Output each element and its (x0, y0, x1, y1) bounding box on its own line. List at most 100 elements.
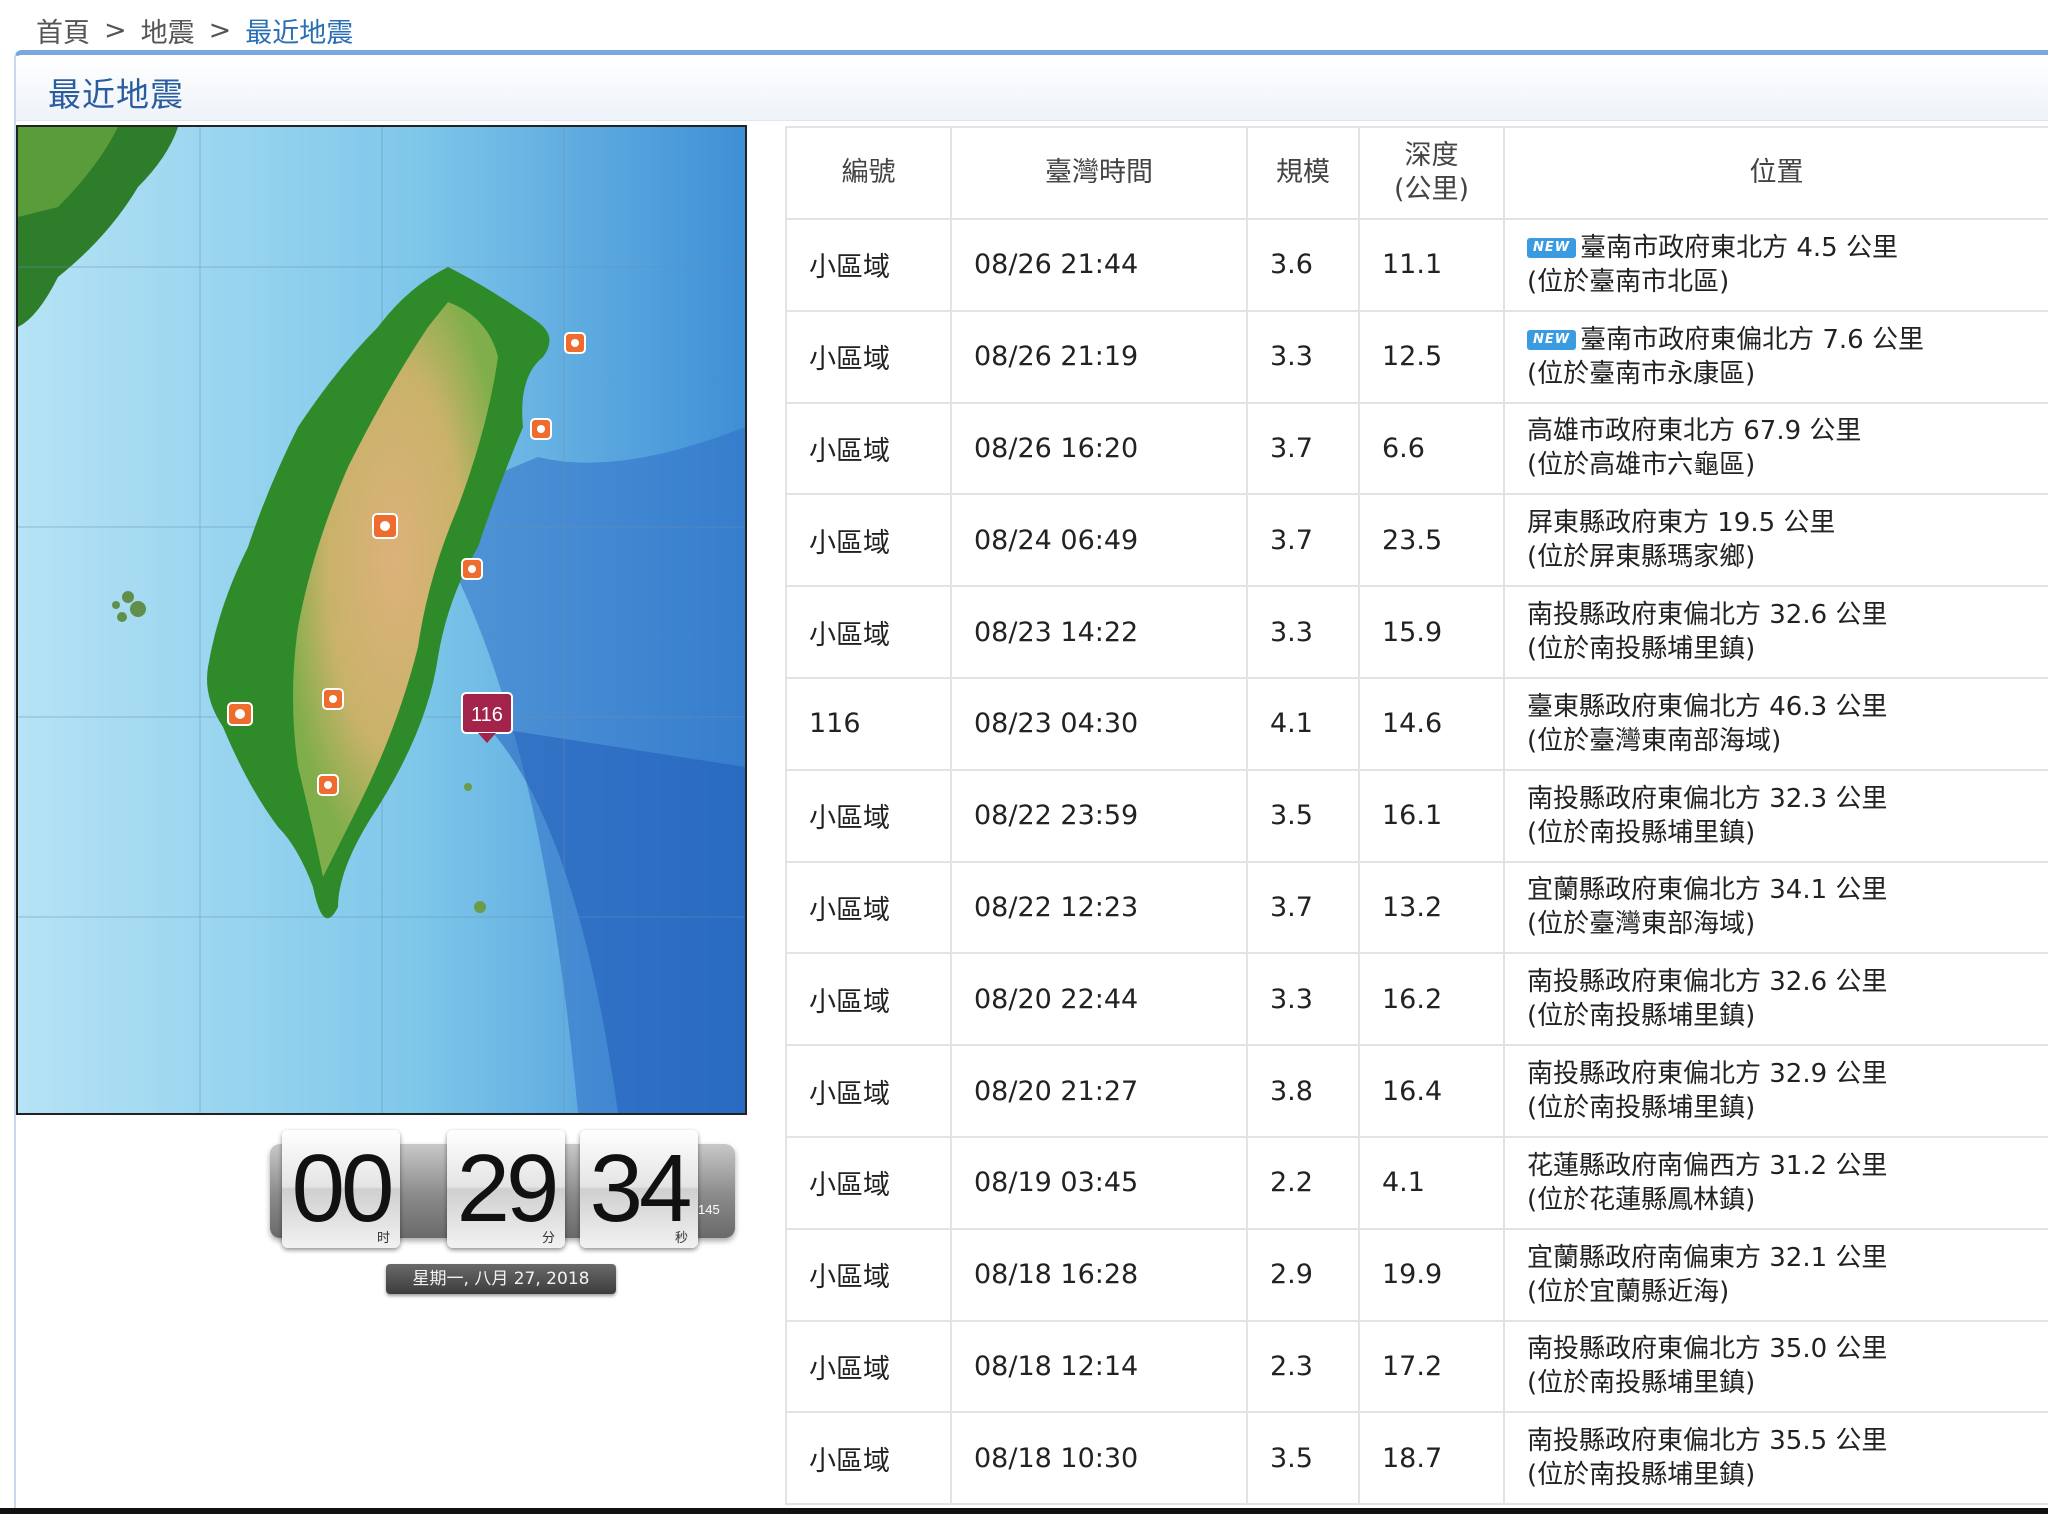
table-row[interactable]: 小區域 08/24 06:49 3.7 23.5 屏東縣政府東方 19.5 公里 (位於屏… (785, 494, 2048, 588)
cell-id: 小區域 (785, 586, 952, 679)
cell-depth: 16.2 (1359, 953, 1505, 1047)
cell-location[interactable]: 南投縣政府東偏北方 35.5 公里 (位於南投縣埔里鎮) (1504, 1412, 2048, 1506)
table-row[interactable]: 116 08/23 04:30 4.1 14.6 臺東縣政府東偏北方 46.3 公里 (位… (785, 677, 2048, 771)
cell-location[interactable]: 南投縣政府東偏北方 35.0 公里 (位於南投縣埔里鎮) (1504, 1320, 2048, 1414)
page-title: 最近地震 (48, 75, 184, 114)
quake-marker-small[interactable] (227, 702, 253, 726)
cell-id: 小區域 (785, 1136, 952, 1230)
cell-location[interactable]: NEW 臺南市政府東偏北方 7.6 公里 (位於臺南市永康區) (1504, 310, 2048, 404)
header-depth-unit: (公里) (1393, 174, 1470, 205)
cell-depth: 16.1 (1359, 769, 1505, 863)
cell-magnitude: 3.7 (1247, 861, 1360, 955)
table-row[interactable]: 小區域 08/26 21:19 3.3 12.5 NEW 臺南市政府東偏北方 7.6 公里… (785, 310, 2048, 404)
table-row[interactable]: 小區域 08/19 03:45 2.2 4.1 花蓮縣政府南偏西方 31.2 公里 (位於… (785, 1136, 2048, 1230)
cell-id: 116 (785, 677, 952, 771)
table-row[interactable]: 小區域 08/26 21:44 3.6 11.1 NEW 臺南市政府東北方 4.5 公里(… (785, 219, 2048, 312)
cell-time: 08/18 16:28 (951, 1228, 1248, 1322)
cell-location[interactable]: 南投縣政府東偏北方 32.6 公里 (位於南投縣埔里鎮) (1504, 953, 2048, 1047)
location-description: 南投縣政府東偏北方 32.3 公里 (1527, 783, 1888, 814)
table-row[interactable]: 小區域 08/22 23:59 3.5 16.1 南投縣政府東偏北方 32.3 公里 (位… (785, 769, 2048, 863)
cell-depth: 19.9 (1359, 1228, 1505, 1322)
location-district: (位於臺灣東部海域) (1527, 909, 1756, 940)
cell-magnitude: 3.7 (1247, 494, 1360, 588)
orchid-island (474, 901, 486, 913)
location-description: 南投縣政府東偏北方 32.6 公里 (1527, 600, 1888, 631)
taiwan-terrain-map: 116 (18, 127, 745, 1113)
cell-location[interactable]: NEW 臺南市政府東北方 4.5 公里 (位於臺南市北區) (1504, 219, 2048, 312)
header-location: 位置 (1504, 126, 2048, 220)
location-line: 臺東縣政府東偏北方 46.3 公里 (1527, 690, 2047, 724)
quake-marker-small[interactable] (530, 418, 552, 440)
clock-seconds-value: 34 (589, 1135, 693, 1242)
cell-location[interactable]: 宜蘭縣政府南偏東方 32.1 公里 (位於宜蘭縣近海) (1504, 1228, 2048, 1322)
cell-location[interactable]: 花蓮縣政府南偏西方 31.2 公里 (位於花蓮縣鳳林鎮) (1504, 1136, 2048, 1230)
header-depth-label: 深度 (1404, 140, 1459, 171)
cell-id: 小區域 (785, 953, 952, 1047)
breadcrumb-section-link[interactable]: 地震 (141, 11, 195, 50)
cell-id: 小區域 (785, 1045, 952, 1138)
cell-id: 小區域 (785, 402, 952, 496)
earthquake-map[interactable]: 116 (16, 125, 747, 1115)
cell-location[interactable]: 南投縣政府東偏北方 32.3 公里 (位於南投縣埔里鎮) (1504, 769, 2048, 863)
breadcrumb-current: 最近地震 (245, 17, 354, 49)
new-badge: NEW (1527, 330, 1577, 351)
cell-location[interactable]: 南投縣政府東偏北方 32.9 公里 (位於南投縣埔里鎮) (1504, 1045, 2048, 1138)
header-time: 臺灣時間 (951, 126, 1248, 220)
clock-date: 星期一, 八月 27, 2018 (386, 1264, 616, 1294)
table-row[interactable]: 小區域 08/22 12:23 3.7 13.2 宜蘭縣政府東偏北方 34.1 公里 (位… (785, 861, 2048, 955)
cell-id: 小區域 (785, 861, 952, 955)
quake-marker-small[interactable] (372, 513, 398, 539)
quake-marker-small[interactable] (564, 332, 586, 354)
location-description: 宜蘭縣政府東偏北方 34.1 公里 (1527, 875, 1888, 906)
cell-time: 08/26 21:19 (951, 310, 1248, 404)
cell-location[interactable]: 屏東縣政府東方 19.5 公里 (位於屏東縣瑪家鄉) (1504, 494, 2048, 588)
breadcrumb-home-link[interactable]: 首頁 (36, 11, 90, 50)
location-description: 屏東縣政府東方 19.5 公里 (1527, 508, 1836, 539)
location-line: NEW 臺南市政府東偏北方 7.6 公里 (1527, 323, 2047, 357)
cell-id: 小區域 (785, 769, 952, 863)
cell-depth: 13.2 (1359, 861, 1505, 955)
cell-location[interactable]: 宜蘭縣政府東偏北方 34.1 公里 (位於臺灣東部海域) (1504, 861, 2048, 955)
quake-marker-small[interactable] (461, 558, 483, 580)
location-district: (位於臺南市北區) (1527, 266, 1730, 297)
table-row[interactable]: 小區域 08/26 16:20 3.7 6.6 高雄市政府東北方 67.9 公里 (位於高… (785, 402, 2048, 496)
location-district: (位於臺南市永康區) (1527, 358, 1756, 389)
table-row[interactable]: 小區域 08/20 22:44 3.3 16.2 南投縣政府東偏北方 32.6 公里 (位… (785, 953, 2048, 1047)
cell-depth: 11.1 (1359, 219, 1505, 312)
cell-depth: 17.2 (1359, 1320, 1505, 1414)
clock-milliseconds: 145 (698, 1202, 720, 1217)
clock-seconds-unit: 秒 (674, 1230, 688, 1245)
cell-id: 小區域 (785, 494, 952, 588)
cell-location[interactable]: 臺東縣政府東偏北方 46.3 公里 (位於臺灣東南部海域) (1504, 677, 2048, 771)
clock-minutes-value: 29 (456, 1135, 560, 1242)
cell-magnitude: 3.8 (1247, 1045, 1360, 1138)
quake-marker-small[interactable] (322, 688, 344, 710)
cell-time: 08/18 12:14 (951, 1320, 1248, 1414)
table-row[interactable]: 小區域 08/18 12:14 2.3 17.2 南投縣政府東偏北方 35.0 公里 (位… (785, 1320, 2048, 1414)
location-district: (位於南投縣埔里鎮) (1527, 1001, 1756, 1032)
flip-clock: 00 时 29 分 34 秒 145 (270, 1130, 735, 1250)
location-line: 南投縣政府東偏北方 32.6 公里 (1527, 598, 2047, 632)
quake-marker-small[interactable] (317, 774, 339, 796)
table-row[interactable]: 小區域 08/18 10:30 3.5 18.7 南投縣政府東偏北方 35.5 公里 (位… (785, 1412, 2048, 1506)
cell-magnitude: 3.7 (1247, 402, 1360, 496)
cell-time: 08/18 10:30 (951, 1412, 1248, 1506)
cell-magnitude: 3.3 (1247, 953, 1360, 1047)
location-district: (位於南投縣埔里鎮) (1527, 1368, 1756, 1399)
location-line: 花蓮縣政府南偏西方 31.2 公里 (1527, 1149, 2047, 1183)
table-row[interactable]: 小區域 08/20 21:27 3.8 16.4 南投縣政府東偏北方 32.9 公里 (位… (785, 1045, 2048, 1138)
location-line: 宜蘭縣政府東偏北方 34.1 公里 (1527, 873, 2047, 907)
cell-location[interactable]: 南投縣政府東偏北方 32.6 公里 (位於南投縣埔里鎮) (1504, 586, 2048, 679)
cell-magnitude: 3.5 (1247, 1412, 1360, 1506)
table-row[interactable]: 小區域 08/18 16:28 2.9 19.9 宜蘭縣政府南偏東方 32.1 公里 (位… (785, 1228, 2048, 1322)
table-row[interactable]: 小區域 08/23 14:22 3.3 15.9 南投縣政府東偏北方 32.6 公里 (位… (785, 586, 2048, 679)
cell-id: 小區域 (785, 1320, 952, 1414)
cell-id: 小區域 (785, 1228, 952, 1322)
cell-location[interactable]: 高雄市政府東北方 67.9 公里 (位於高雄市六龜區) (1504, 402, 2048, 496)
cell-time: 08/20 21:27 (951, 1045, 1248, 1138)
cell-time: 08/24 06:49 (951, 494, 1248, 588)
cell-time: 08/26 16:20 (951, 402, 1248, 496)
cell-id: 小區域 (785, 1412, 952, 1506)
location-line: 屏東縣政府東方 19.5 公里 (1527, 506, 2047, 540)
location-description: 南投縣政府東偏北方 35.0 公里 (1527, 1334, 1888, 1365)
